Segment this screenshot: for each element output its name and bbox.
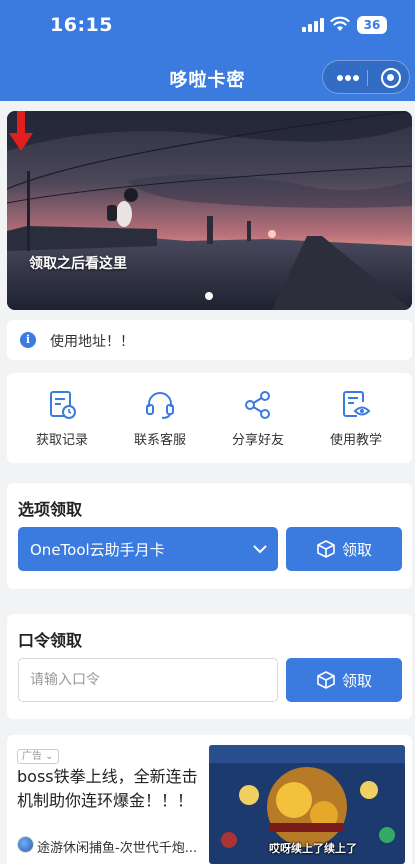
tutorial-icon bbox=[343, 391, 371, 417]
ad-source: 途游休闲捕鱼-次世代千炮... bbox=[37, 841, 198, 856]
ad-image[interactable]: 哎呀续上了续上了 bbox=[209, 745, 405, 864]
select-value: OneTool云助手月卡 bbox=[30, 541, 165, 559]
carousel-indicator[interactable] bbox=[205, 292, 213, 300]
select-claim-title: 选项领取 bbox=[18, 500, 83, 519]
action-contact[interactable]: 联系客服 bbox=[110, 373, 210, 463]
banner-carousel[interactable]: 领取之后看这里 bbox=[7, 111, 412, 310]
ad-title: boss铁拳上线，全新连击机制助你连环爆金！！！ bbox=[17, 767, 198, 810]
banner-caption: 领取之后看这里 bbox=[29, 256, 127, 272]
share-icon bbox=[245, 391, 270, 419]
action-share[interactable]: 分享好友 bbox=[208, 373, 308, 463]
quick-actions: 获取记录 联系客服 分享好友 使用教学 bbox=[7, 373, 412, 463]
banner-image bbox=[7, 111, 412, 310]
app-header: 16:15 36 哆啦卡密 bbox=[0, 0, 415, 101]
info-icon: i bbox=[20, 332, 36, 348]
record-icon bbox=[50, 391, 76, 419]
select-claim-button[interactable]: 领取 bbox=[286, 527, 402, 571]
arrow-down-icon bbox=[9, 111, 33, 151]
status-time: 16:15 bbox=[50, 14, 113, 36]
signal-icon bbox=[302, 18, 324, 32]
card-type-select[interactable]: OneTool云助手月卡 bbox=[18, 527, 278, 571]
ad-card[interactable]: 广告 ⌄ boss铁拳上线，全新连击机制助你连环爆金！！！ 途游休闲捕鱼-次世代… bbox=[7, 735, 412, 864]
notice-bar[interactable]: i 使用地址！！ bbox=[7, 320, 412, 360]
action-label: 分享好友 bbox=[231, 433, 284, 448]
headset-icon bbox=[146, 392, 174, 419]
box-icon bbox=[317, 671, 335, 689]
password-claim-card: 口令领取 领取 bbox=[7, 614, 412, 719]
action-label: 使用教学 bbox=[329, 433, 382, 448]
action-label: 获取记录 bbox=[35, 433, 88, 448]
ad-image-caption: 哎呀续上了续上了 bbox=[269, 842, 357, 855]
box-icon bbox=[317, 540, 335, 558]
chevron-down-icon bbox=[253, 545, 267, 554]
more-icon[interactable] bbox=[337, 75, 359, 81]
ad-tag[interactable]: 广告 ⌄ bbox=[17, 749, 59, 764]
password-input[interactable] bbox=[18, 658, 278, 702]
battery-indicator: 36 bbox=[357, 16, 387, 34]
capsule-divider bbox=[367, 70, 368, 86]
action-tutorial[interactable]: 使用教学 bbox=[306, 373, 406, 463]
notice-text: 使用地址！！ bbox=[50, 334, 134, 350]
claim-button-label: 领取 bbox=[342, 672, 373, 690]
avatar bbox=[17, 836, 34, 853]
close-miniprogram-icon[interactable] bbox=[381, 68, 401, 88]
password-claim-button[interactable]: 领取 bbox=[286, 658, 402, 702]
action-label: 联系客服 bbox=[133, 433, 186, 448]
select-claim-card: 选项领取 OneTool云助手月卡 领取 bbox=[7, 483, 412, 589]
action-records[interactable]: 获取记录 bbox=[12, 373, 112, 463]
miniprogram-capsule bbox=[322, 60, 410, 94]
wifi-icon bbox=[330, 16, 350, 31]
password-claim-title: 口令领取 bbox=[18, 631, 83, 650]
claim-button-label: 领取 bbox=[342, 541, 373, 559]
